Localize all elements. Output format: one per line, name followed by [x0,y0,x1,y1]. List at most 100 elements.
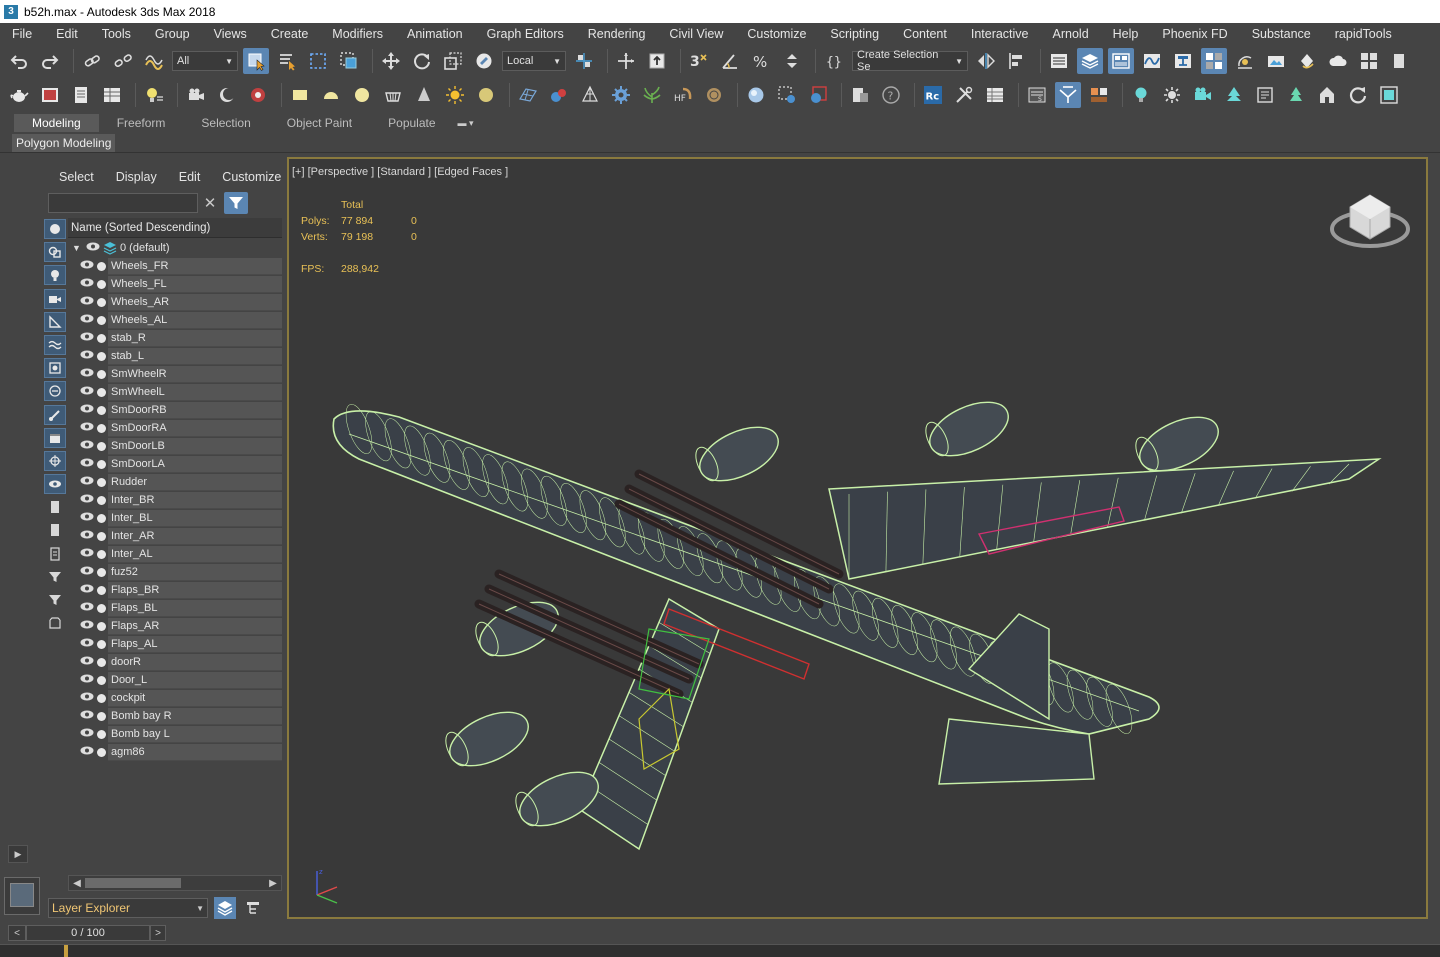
freeze-dot-icon[interactable] [97,621,106,631]
select-by-name-icon[interactable] [274,48,300,74]
freeze-dot-icon[interactable] [97,477,106,487]
molecule-icon[interactable] [546,82,572,108]
menu-help[interactable]: Help [1101,27,1151,41]
engine-pod[interactable] [922,391,1017,466]
scroll-left-icon[interactable]: ◀ [70,876,84,890]
menu-group[interactable]: Group [143,27,202,41]
toggle-layer-explorer-icon[interactable] [1077,48,1103,74]
light-bulb-icon[interactable] [1128,82,1154,108]
tab-freeform[interactable]: Freeform [99,114,184,132]
percent-snap-icon[interactable]: % [748,48,774,74]
cloth-icon[interactable] [701,82,727,108]
toggle-scene-explorer-icon[interactable] [1046,48,1072,74]
render-setup-icon[interactable] [1232,48,1258,74]
freeze-dot-icon[interactable] [97,639,106,649]
menu-arnold[interactable]: Arnold [1041,27,1101,41]
eye-icon[interactable] [80,674,94,686]
plane-primitive-icon[interactable] [287,82,313,108]
freeze-dot-icon[interactable] [97,549,106,559]
eye-icon[interactable] [80,332,94,344]
move-icon[interactable] [378,48,404,74]
freeze-dot-icon[interactable] [97,711,106,721]
engine-pod[interactable] [442,701,537,776]
gear-icon[interactable] [608,82,634,108]
undo-icon[interactable] [6,48,32,74]
eye-icon[interactable] [80,422,94,434]
notes-icon[interactable] [68,82,94,108]
xrefs-filter-icon[interactable] [44,381,66,402]
manipulate-icon[interactable] [613,48,639,74]
camera-icon[interactable] [183,82,209,108]
freeze-dot-icon[interactable] [97,747,106,757]
curve-editor-icon[interactable] [1139,48,1165,74]
freeze-dot-icon[interactable] [97,459,106,469]
sun-light-icon[interactable] [442,82,468,108]
polygon-modeling-panel[interactable]: Polygon Modeling [12,134,116,152]
freeze-dot-icon[interactable] [97,387,106,397]
menu-civil-view[interactable]: Civil View [657,27,735,41]
menu-rapidtools[interactable]: rapidTools [1323,27,1404,41]
list-item[interactable]: Wheels_FL [68,275,282,293]
explorer-type-dropdown[interactable]: Layer Explorer ▼ [48,898,208,918]
eye-icon[interactable] [80,260,94,272]
video-camera-icon[interactable] [1190,82,1216,108]
hair-fur-icon[interactable]: HF [670,82,696,108]
ribbon-options-icon[interactable]: ▬ ▾ [458,116,484,130]
list-item[interactable]: SmDoorLA [68,455,282,473]
column-header-name[interactable]: Name (Sorted Descending) [68,218,282,238]
tree-icon[interactable] [1221,82,1247,108]
freeze-dot-icon[interactable] [97,405,106,415]
pivot-center-icon[interactable] [571,48,597,74]
cone-primitive-icon[interactable] [411,82,437,108]
eye-icon[interactable] [80,746,94,758]
angle-snap-icon[interactable] [717,48,743,74]
close-icon[interactable]: ✕ [202,194,218,212]
multiscatter-icon[interactable] [1086,82,1112,108]
eye-icon[interactable] [80,350,94,362]
video-post-icon[interactable] [245,82,271,108]
menu-substance[interactable]: Substance [1240,27,1323,41]
eye-icon[interactable] [80,602,94,614]
menu-rendering[interactable]: Rendering [576,27,658,41]
hierarchy-icon[interactable] [242,897,264,919]
list-item[interactable]: Door_L [68,671,282,689]
layers-icon[interactable] [214,897,236,919]
explorer-menu-display[interactable]: Display [105,170,168,184]
list-item[interactable]: agm86 [68,743,282,761]
list-item[interactable]: stab_R [68,329,282,347]
menu-modifiers[interactable]: Modifiers [320,27,395,41]
list-item[interactable]: Inter_BR [68,491,282,509]
keyboard-shortcut-override-icon[interactable] [644,48,670,74]
preview-sphere-icon[interactable] [743,82,769,108]
rectangular-selection-icon[interactable] [305,48,331,74]
redo-icon[interactable] [37,48,63,74]
align-icon[interactable] [1004,48,1030,74]
viewport-thumbnail[interactable] [4,877,40,915]
layer-row[interactable]: ▼ 0 (default) [68,239,282,257]
list-item[interactable]: SmDoorRA [68,419,282,437]
perspective-viewport[interactable]: [+] [Perspective ] [Standard ] [Edged Fa… [287,157,1428,919]
light-lister-icon[interactable] [141,82,167,108]
previous-frame-button[interactable]: < [8,925,26,941]
list-item[interactable]: SmWheelL [68,383,282,401]
frame-indicator[interactable]: 0 / 100 [26,925,150,941]
selection-filter-dropdown[interactable]: All ▼ [172,51,238,71]
lights-filter-icon[interactable] [44,265,66,286]
sphere-primitive-icon[interactable] [349,82,375,108]
sun-settings-icon[interactable] [1159,82,1185,108]
list-item[interactable]: SmWheelR [68,365,282,383]
next-frame-button[interactable]: > [150,925,166,941]
particle-grid-icon[interactable] [515,82,541,108]
scale-icon[interactable] [440,48,466,74]
eye-icon[interactable] [80,476,94,488]
invert-display-icon[interactable] [44,520,66,540]
menu-file[interactable]: File [0,27,44,41]
refresh-icon[interactable] [1345,82,1371,108]
tools-icon[interactable] [951,82,977,108]
list-item[interactable]: Flaps_AL [68,635,282,653]
sort-icon[interactable] [44,544,66,564]
freeze-dot-icon[interactable] [97,351,106,361]
groups-filter-icon[interactable] [44,358,66,379]
helpers-filter-icon[interactable] [44,311,66,332]
menu-animation[interactable]: Animation [395,27,475,41]
